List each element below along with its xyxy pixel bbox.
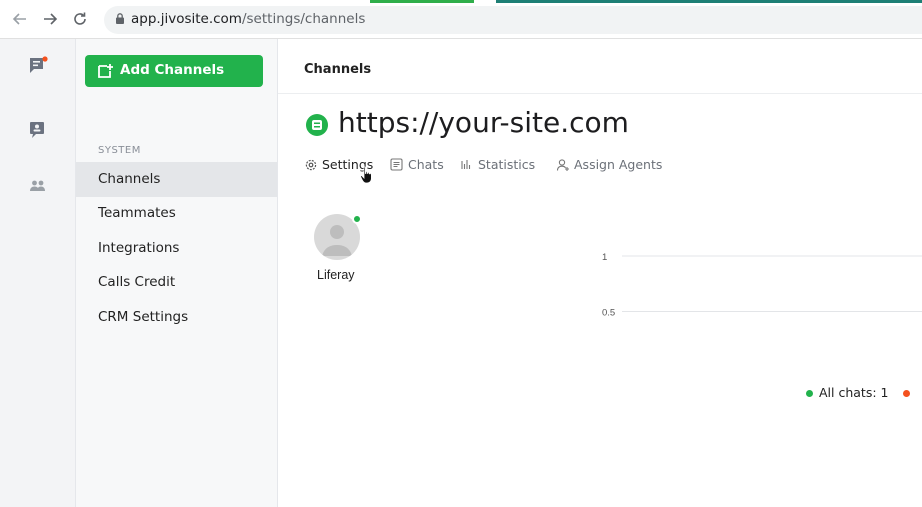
agent-name: Liferay (317, 268, 355, 282)
tab-chats-label: Chats (408, 157, 444, 172)
chats-chart: 10.5Apr 1314151617 (602, 252, 922, 319)
sidebar-item-teammates[interactable]: Teammates (76, 196, 277, 231)
notification-dot (42, 56, 48, 62)
sidebar-item-channels[interactable]: Channels (76, 162, 277, 197)
tab-statistics-label: Statistics (478, 157, 536, 172)
url-path: /settings/channels (241, 11, 366, 27)
tab-accent-green (370, 0, 474, 3)
legend-dot-secondary (903, 390, 910, 397)
team-icon[interactable] (28, 176, 48, 196)
online-status-dot (352, 214, 362, 224)
add-channels-label: Add Channels (120, 62, 225, 78)
y-tick-label: 0.5 (602, 308, 615, 319)
settings-sidebar: Add Channels SYSTEM Channels Teammates I… (76, 39, 278, 507)
lock-icon (116, 13, 124, 24)
chats-doc-icon (390, 158, 403, 171)
reload-button[interactable] (70, 8, 90, 30)
app-icon-rail (0, 39, 76, 507)
address-bar[interactable]: app.jivosite.com/settings/channels (104, 6, 922, 34)
sidebar-item-calls-credit[interactable]: Calls Credit (76, 265, 277, 300)
divider (278, 93, 922, 94)
arrow-right-icon (44, 13, 58, 25)
main-content: Channels https://your-site.com Settings … (278, 39, 922, 507)
y-tick-label: 1 (602, 252, 607, 263)
tab-assign-agents-label: Assign Agents (574, 157, 663, 172)
browser-toolbar: app.jivosite.com/settings/channels (0, 0, 922, 39)
reload-icon (74, 12, 86, 25)
legend-dot-all-chats (806, 390, 813, 397)
add-agent-icon (556, 159, 569, 171)
statistics-icon (461, 160, 471, 169)
sidebar-item-crm-settings[interactable]: CRM Settings (76, 300, 277, 335)
url-text: app.jivosite.com/settings/channels (131, 11, 365, 27)
tab-accent-teal (496, 0, 922, 3)
add-channels-button[interactable]: Add Channels (85, 55, 263, 87)
gear-icon (305, 159, 317, 171)
back-button[interactable] (10, 8, 30, 30)
arrow-left-icon (12, 13, 26, 25)
url-host: app.jivosite.com (131, 11, 242, 27)
chats-icon[interactable] (28, 56, 48, 76)
page-title: Channels (304, 62, 372, 77)
archive-icon[interactable] (28, 120, 48, 140)
sidebar-item-integrations[interactable]: Integrations (76, 231, 277, 266)
channel-site-name: https://your-site.com (338, 106, 629, 139)
section-label-system: SYSTEM (98, 145, 141, 156)
forward-button[interactable] (40, 8, 60, 30)
channel-icon (306, 114, 328, 136)
add-channel-icon (98, 64, 113, 78)
hand-cursor-icon (360, 166, 372, 184)
legend-label-all-chats: All chats: 1 (819, 385, 889, 400)
